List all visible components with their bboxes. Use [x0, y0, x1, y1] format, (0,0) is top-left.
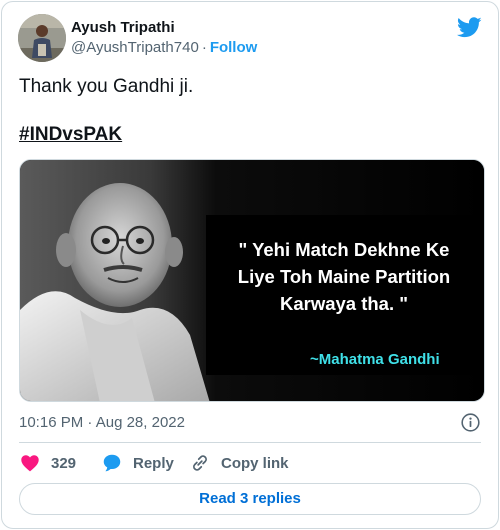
like-count: 329 — [51, 454, 77, 472]
tweet-date: Aug 28, 2022 — [95, 414, 185, 431]
author-names: Ayush Tripathi @AyushTripath740 · Follow — [71, 19, 257, 58]
tweet-header: Ayush Tripathi @AyushTripath740 · Follow — [18, 14, 484, 64]
avatar[interactable] — [18, 14, 66, 62]
quote-line: Liye Toh Maine Partition — [237, 266, 451, 287]
follow-button[interactable]: Follow — [210, 39, 258, 56]
tweet-time: 10:16 PM — [19, 414, 84, 431]
author-handle[interactable]: @AyushTripath740 — [71, 39, 199, 56]
handle-separator: · — [201, 39, 207, 56]
tweet-timestamp[interactable]: 10:16 PM · Aug 28, 2022 — [19, 413, 185, 433]
tweet-text: Thank you Gandhi ji. — [19, 76, 194, 97]
divider — [19, 442, 481, 443]
quote-line: " Yehi Match Dekhne Ke — [238, 239, 450, 260]
tweet-media-image[interactable]: " Yehi Match Dekhne Ke Liye Toh Maine Pa… — [19, 159, 485, 402]
heart-icon — [21, 455, 39, 472]
read-replies-button[interactable]: Read 3 replies — [19, 483, 481, 515]
quote-attribution: ~Mahatma Gandhi — [310, 351, 440, 368]
author-display-name[interactable]: Ayush Tripathi — [71, 19, 257, 37]
copy-link-label: Copy link — [221, 454, 289, 472]
like-button[interactable]: 329 — [19, 452, 76, 474]
link-icon — [193, 455, 207, 471]
reply-button[interactable]: Reply — [101, 452, 174, 474]
info-icon[interactable] — [460, 412, 481, 433]
copy-link-button[interactable]: Copy link — [189, 452, 289, 474]
tweet-card: Ayush Tripathi @AyushTripath740 · Follow T… — [1, 1, 499, 529]
quote-text: " Yehi Match Dekhne Ke Liye Toh Maine Pa… — [210, 236, 478, 317]
quote-line: Karwaya tha. " — [279, 293, 409, 314]
action-bar: 329 Reply Copy link — [19, 452, 481, 474]
timestamp-separator: · — [87, 414, 93, 431]
speech-bubble-icon — [103, 454, 121, 472]
hashtag-link[interactable]: #INDvsPAK — [19, 123, 122, 147]
reply-label: Reply — [133, 454, 174, 472]
author-handle-row: @AyushTripath740 · Follow — [71, 38, 257, 58]
twitter-bird-icon[interactable] — [457, 17, 482, 38]
